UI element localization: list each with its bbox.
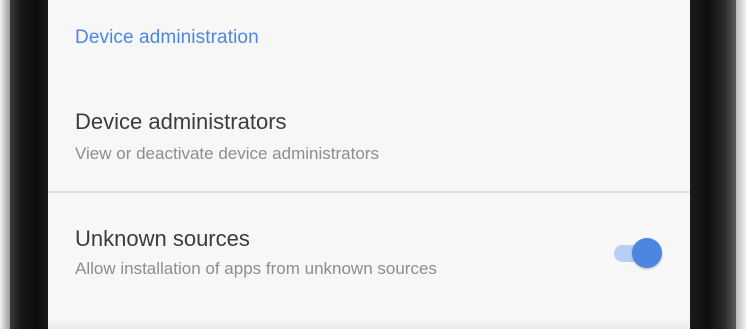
phone-frame: Device administration Device administrat… (0, 0, 746, 329)
list-item-title: Unknown sources (75, 226, 250, 251)
list-item-summary: Allow installation of apps from unknown … (75, 259, 437, 278)
phone-bezel-right (690, 0, 736, 329)
unknown-sources-switch[interactable] (610, 238, 664, 268)
bezel-right-edge (736, 0, 746, 329)
bezel-left-edge (0, 0, 10, 329)
settings-screen: Device administration Device administrat… (48, 0, 690, 329)
switch-thumb (632, 238, 662, 268)
phone-bezel-left (10, 0, 48, 329)
list-item-unknown-sources[interactable]: Unknown sources Allow installation of ap… (48, 193, 690, 313)
list-item-title: Device administrators (75, 109, 287, 134)
list-item-device-administrators[interactable]: Device administrators View or deactivate… (48, 100, 690, 192)
screen-bottom-shade (48, 318, 690, 329)
list-item-summary: View or deactivate device administrators (75, 144, 379, 163)
section-header-device-administration: Device administration (75, 27, 259, 48)
